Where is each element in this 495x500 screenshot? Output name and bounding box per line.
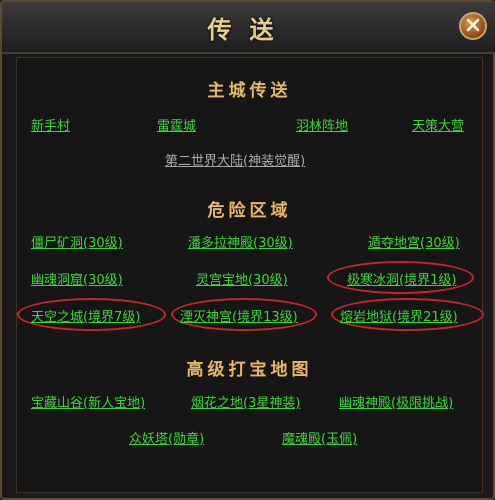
link-underground-palace[interactable]: 遁夺地宫(30级)	[368, 232, 460, 251]
link-pandora-temple[interactable]: 潘多拉神殿(30级)	[188, 232, 293, 251]
link-annihilation-temple[interactable]: 湮灭神宫(境界13级)	[180, 306, 298, 325]
link-soul-hall[interactable]: 魔魂殿(玉佩)	[282, 428, 357, 447]
link-second-world[interactable]: 第二世界大陆(神装觉醒)	[165, 150, 305, 169]
link-zombie-mine[interactable]: 僵尸矿洞(30级)	[31, 232, 123, 251]
link-ghost-cave[interactable]: 幽魂洞窟(30级)	[31, 269, 123, 288]
link-sky-city[interactable]: 天空之城(境界7级)	[31, 306, 140, 325]
main-city-heading: 主城传送	[207, 81, 292, 101]
window-title: 传送	[207, 16, 292, 44]
link-demon-tower[interactable]: 众妖塔(勋章)	[129, 428, 204, 447]
link-spirit-treasure[interactable]: 灵宫宝地(30级)	[196, 269, 288, 288]
link-thunder-city[interactable]: 雷霆城	[157, 115, 196, 134]
link-treasure-valley[interactable]: 宝藏山谷(新人宝地)	[31, 392, 145, 411]
teleport-window: 传送 主城传送 新手村 雷霆城 羽林阵地 天策大营 第二世界大陆(神装觉醒) 危…	[0, 0, 495, 500]
link-novice-village[interactable]: 新手村	[31, 115, 70, 134]
close-icon	[466, 17, 480, 36]
link-yulin-camp[interactable]: 羽林阵地	[296, 115, 348, 134]
link-firework-land[interactable]: 烟花之地(3星神装)	[191, 392, 300, 411]
title-bar: 传送	[2, 2, 495, 54]
link-frost-cave[interactable]: 极寒冰洞(境界1级)	[347, 269, 456, 288]
link-tiance-camp[interactable]: 天策大营	[412, 115, 464, 134]
danger-zone-heading: 危险区域	[207, 201, 292, 221]
link-lava-hell[interactable]: 熔岩地狱(境界21级)	[340, 306, 458, 325]
treasure-maps-heading: 高级打宝地图	[186, 360, 313, 380]
close-button[interactable]	[459, 12, 487, 40]
link-ghost-shrine[interactable]: 幽魂神殿(极限挑战)	[339, 392, 453, 411]
